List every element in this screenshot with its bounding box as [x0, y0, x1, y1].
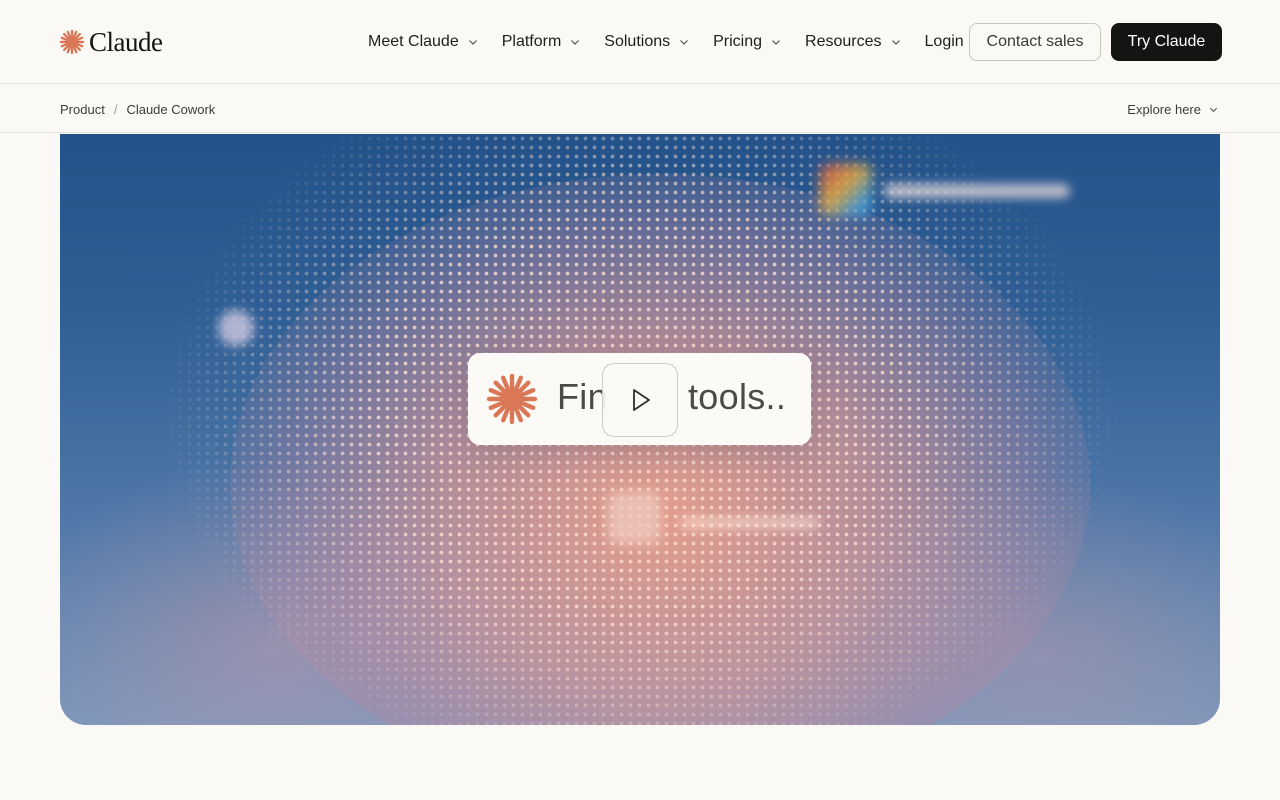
nav-platform[interactable]: Platform: [502, 33, 581, 51]
login-link[interactable]: Login: [925, 33, 964, 51]
sub-navigation-bar: Product / Claude Cowork Explore here: [0, 85, 1280, 133]
blurred-app-icon: [820, 164, 872, 216]
chevron-down-icon: [891, 40, 900, 45]
nav-item-label: Meet Claude: [368, 33, 459, 50]
prompt-text-left: Fin: [557, 376, 608, 417]
main-nav: Meet Claude Platform Solutions Pricing R…: [368, 0, 964, 84]
breadcrumb: Product / Claude Cowork: [60, 85, 215, 133]
nav-item-label: Pricing: [713, 33, 763, 50]
nav-item-label: Resources: [805, 33, 882, 50]
chevron-down-icon: [772, 40, 780, 45]
try-claude-button[interactable]: Try Claude: [1111, 23, 1222, 61]
brand-name: Claude: [89, 26, 163, 57]
play-button[interactable]: [602, 363, 678, 437]
claude-spark-icon: [59, 29, 85, 55]
nav-pricing[interactable]: Pricing: [713, 33, 781, 51]
blurred-text-line: [884, 184, 1070, 198]
chevron-down-icon: [680, 40, 689, 45]
chevron-down-icon: [468, 40, 477, 45]
explore-here-dropdown[interactable]: Explore here: [1127, 85, 1218, 133]
breadcrumb-current: Claude Cowork: [126, 101, 216, 117]
blurred-text-line: [680, 517, 820, 529]
claude-logo[interactable]: Claude: [59, 26, 163, 58]
breadcrumb-separator: /: [113, 101, 118, 117]
claude-spark-icon: [486, 373, 538, 425]
blurred-app-icon: [608, 492, 660, 544]
contact-sales-button[interactable]: Contact sales: [969, 23, 1101, 61]
breadcrumb-product[interactable]: Product: [60, 102, 105, 117]
hero-video[interactable]: Fin tools..: [60, 134, 1220, 725]
nav-meet-claude[interactable]: Meet Claude: [368, 33, 478, 51]
nav-resources[interactable]: Resources: [805, 33, 900, 51]
blurred-orb: [218, 310, 254, 346]
nav-item-label: Platform: [501, 33, 562, 50]
chevron-down-icon: [1209, 107, 1218, 112]
chevron-down-icon: [571, 40, 580, 45]
play-icon: [633, 389, 650, 411]
prompt-text-right: tools..: [688, 376, 787, 417]
explore-label: Explore here: [1127, 101, 1201, 117]
nav-solutions[interactable]: Solutions: [604, 33, 689, 51]
nav-item-label: Solutions: [604, 33, 671, 50]
site-header: Claude Meet Claude Platform Solutions Pr…: [0, 0, 1280, 84]
